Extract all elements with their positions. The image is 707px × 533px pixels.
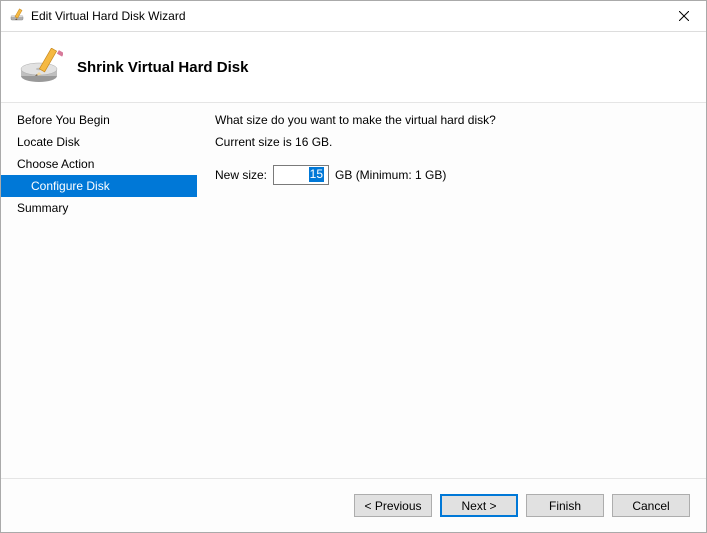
size-question: What size do you want to make the virtua…: [215, 113, 688, 127]
wizard-step[interactable]: Before You Begin: [1, 109, 197, 131]
close-button[interactable]: [661, 1, 706, 31]
new-size-label: New size:: [215, 168, 267, 182]
wizard-footer: < Previous Next > Finish Cancel: [1, 478, 706, 532]
current-size-text: Current size is 16 GB.: [215, 135, 688, 149]
wizard-body: Before You BeginLocate DiskChoose Action…: [1, 102, 706, 478]
finish-button[interactable]: Finish: [526, 494, 604, 517]
app-icon: [9, 8, 25, 24]
next-button[interactable]: Next >: [440, 494, 518, 517]
wizard-content: What size do you want to make the virtua…: [197, 103, 706, 478]
wizard-step[interactable]: Configure Disk: [1, 175, 197, 197]
new-size-unit: GB (Minimum: 1 GB): [335, 168, 446, 182]
disk-edit-icon: [19, 48, 63, 86]
page-heading: Shrink Virtual Hard Disk: [77, 59, 248, 76]
close-icon: [679, 11, 689, 21]
wizard-step[interactable]: Summary: [1, 197, 197, 219]
wizard-step[interactable]: Locate Disk: [1, 131, 197, 153]
new-size-input[interactable]: [273, 165, 329, 185]
cancel-button[interactable]: Cancel: [612, 494, 690, 517]
wizard-header: Shrink Virtual Hard Disk: [1, 32, 706, 102]
titlebar: Edit Virtual Hard Disk Wizard: [1, 1, 706, 32]
wizard-steps-sidebar: Before You BeginLocate DiskChoose Action…: [1, 103, 197, 478]
previous-button[interactable]: < Previous: [354, 494, 432, 517]
window-title: Edit Virtual Hard Disk Wizard: [31, 9, 661, 23]
wizard-step[interactable]: Choose Action: [1, 153, 197, 175]
new-size-row: New size: 15 GB (Minimum: 1 GB): [215, 165, 688, 185]
